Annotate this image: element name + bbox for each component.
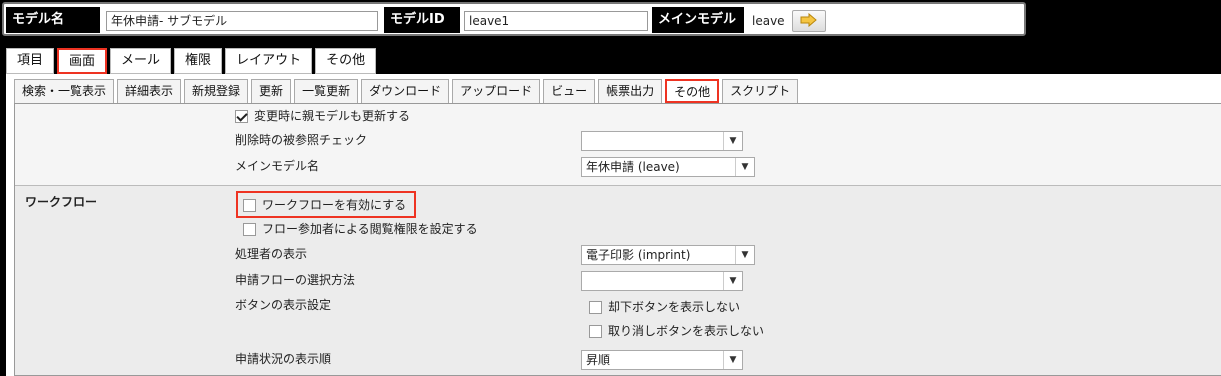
hide-cancel-label: 取り消しボタンを表示しない (608, 324, 765, 338)
model-name-input[interactable]: 年休申請- サブモデル (106, 11, 378, 31)
general-section: 変更時に親モデルも更新する 削除時の被参照チェック ▼ メインモデル名 年休申請… (15, 104, 1221, 185)
tab-layout[interactable]: レイアウト (225, 48, 313, 74)
chevron-down-icon: ▼ (723, 272, 742, 290)
main-model-name-select[interactable]: 年休申請 (leave) ▼ (581, 157, 755, 177)
hide-cancel-checkbox[interactable] (589, 325, 602, 338)
tab-mail[interactable]: メール (110, 48, 172, 74)
chevron-down-icon: ▼ (735, 246, 754, 264)
button-settings-label: ボタンの表示設定 (235, 298, 332, 312)
main-model-name-value: 年休申請 (leave) (586, 160, 680, 174)
flow-permission-checkbox[interactable] (243, 223, 256, 236)
main-model-value: leave (752, 14, 785, 28)
chevron-down-icon: ▼ (723, 132, 742, 150)
main-model-label: メインモデル (652, 7, 744, 33)
ref-check-select[interactable]: ▼ (581, 131, 743, 151)
subtab-other[interactable]: その他 (665, 79, 720, 103)
tab-screen[interactable]: 画面 (57, 48, 108, 74)
flow-permission-row: フロー参加者による閲覧権限を設定する (243, 220, 478, 238)
processor-label: 処理者の表示 (235, 247, 308, 261)
subtab-script[interactable]: スクリプト (722, 79, 799, 103)
subtab-bulk-update[interactable]: 一覧更新 (294, 79, 359, 103)
update-parent-row: 変更時に親モデルも更新する (235, 107, 410, 125)
flow-select[interactable]: ▼ (581, 271, 743, 291)
hide-cancel-row: 取り消しボタンを表示しない (589, 322, 764, 340)
status-order-value: 昇順 (586, 353, 611, 367)
processor-value: 電子印影 (imprint) (586, 248, 691, 262)
hide-reject-label: 却下ボタンを表示しない (608, 300, 741, 314)
flow-select-label: 申請フローの選択方法 (235, 273, 356, 287)
arrow-right-icon (800, 12, 818, 30)
tab-other[interactable]: その他 (315, 48, 377, 74)
model-header: モデル名 年休申請- サブモデル モデルID leave1 メインモデル lea… (2, 2, 1026, 36)
subtab-upload[interactable]: アップロード (452, 79, 541, 103)
chevron-down-icon: ▼ (735, 158, 754, 176)
model-name-label: モデル名 (6, 7, 100, 33)
tab-permission[interactable]: 権限 (174, 48, 223, 74)
hide-reject-row: 却下ボタンを表示しない (589, 298, 740, 316)
ref-check-label: 削除時の被参照チェック (235, 133, 368, 147)
sub-tabs: 検索・一覧表示 詳細表示 新規登録 更新 一覧更新 ダウンロード アップロード … (14, 79, 799, 103)
hide-reject-checkbox[interactable] (589, 301, 602, 314)
model-id-input[interactable]: leave1 (464, 11, 648, 31)
flow-permission-label: フロー参加者による閲覧権限を設定する (262, 222, 478, 236)
subtab-search-list[interactable]: 検索・一覧表示 (14, 79, 115, 103)
subtab-view[interactable]: ビュー (543, 79, 596, 103)
workflow-section: ワークフロー ワークフローを有効にする フロー参加者による閲覧権限を設定する 処… (15, 186, 1221, 375)
status-order-select[interactable]: 昇順 ▼ (581, 350, 743, 370)
subtab-download[interactable]: ダウンロード (361, 79, 450, 103)
subtab-create[interactable]: 新規登録 (184, 79, 249, 103)
settings-content: 変更時に親モデルも更新する 削除時の被参照チェック ▼ メインモデル名 年休申請… (14, 103, 1221, 376)
highlight-box (236, 191, 416, 218)
subtab-update[interactable]: 更新 (251, 79, 292, 103)
tab-items[interactable]: 項目 (6, 48, 55, 74)
screen-panel: 検索・一覧表示 詳細表示 新規登録 更新 一覧更新 ダウンロード アップロード … (6, 74, 1221, 376)
workflow-title: ワークフロー (25, 195, 98, 209)
goto-main-model-button[interactable] (792, 10, 826, 32)
update-parent-checkbox[interactable] (235, 110, 248, 123)
status-order-label: 申請状況の表示順 (235, 352, 332, 366)
model-id-label: モデルID (384, 7, 460, 33)
main-tabs: 項目 画面 メール 権限 レイアウト その他 (6, 48, 377, 74)
chevron-down-icon: ▼ (723, 351, 742, 369)
main-model-name-label: メインモデル名 (235, 159, 320, 173)
update-parent-label: 変更時に親モデルも更新する (254, 109, 411, 123)
subtab-detail[interactable]: 詳細表示 (117, 79, 182, 103)
subtab-report[interactable]: 帳票出力 (598, 79, 663, 103)
processor-select[interactable]: 電子印影 (imprint) ▼ (581, 245, 755, 265)
